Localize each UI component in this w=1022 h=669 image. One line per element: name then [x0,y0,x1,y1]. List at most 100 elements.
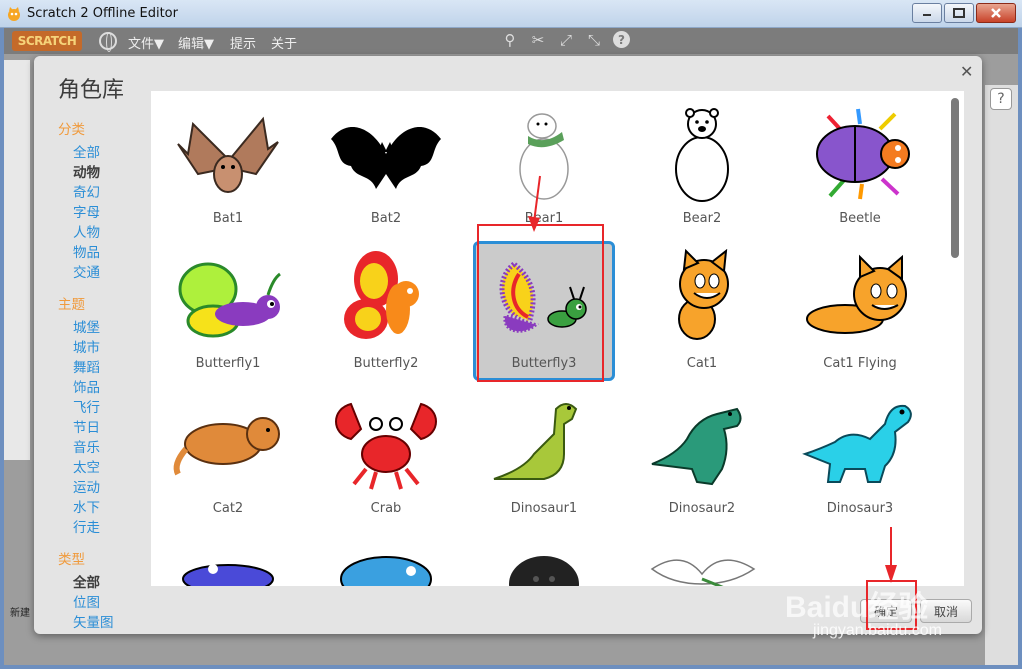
sprite-tile-row4-2[interactable] [315,531,457,586]
butterfly1-sprite-image [178,262,281,338]
sprite-tile-cat1-flying[interactable]: Cat1 Flying [789,241,931,381]
sprite-tile-dinosaur2[interactable]: Dinosaur2 [631,386,773,526]
sprite-label: Bat2 [370,211,402,226]
minimize-button[interactable] [912,3,942,23]
dove-sprite-image [650,559,756,586]
menu-file[interactable]: 文件▼ [128,33,164,52]
theme-space[interactable]: 太空 [73,456,100,476]
duplicate-stamp-icon[interactable]: ⚲ [501,31,519,49]
category-fantasy[interactable]: 奇幻 [73,181,100,201]
theme-music[interactable]: 音乐 [73,436,100,456]
grid-scrollbar-thumb[interactable] [951,98,959,258]
side-help-icon[interactable]: ? [990,88,1012,110]
category-things[interactable]: 物品 [73,241,100,261]
sprite-label: Dinosaur3 [826,501,894,516]
dinosaur1-sprite-image [493,403,578,480]
sprite-tile-dinosaur1[interactable]: Dinosaur1 [473,386,615,526]
type-vector[interactable]: 矢量图 [73,611,114,631]
watermark-url: jingyan.baidu.com [813,622,942,639]
maximize-button[interactable] [944,3,974,23]
annotation-arrow-icon [528,175,541,232]
stage-pane [4,60,30,460]
sprite-tile-bat2[interactable]: Bat2 [315,96,457,236]
dinosaur3-sprite-image [802,404,912,483]
category-people[interactable]: 人物 [73,221,100,241]
sprite-tile-dinosaur3[interactable]: Dinosaur3 [789,386,931,526]
sprite-tile-cat1[interactable]: Cat1 [631,241,773,381]
sprite-tile-butterfly1[interactable]: Butterfly1 [157,241,299,381]
theme-castle[interactable]: 城堡 [73,316,100,336]
puppy-photo-image [509,556,579,586]
annotation-highlight-box [477,224,604,382]
section-theme: 主题 [58,297,85,313]
cat2-sprite-image [173,417,280,476]
dog2-sprite-image [340,556,432,586]
sprite-label: Crab [370,501,402,516]
category-transport[interactable]: 交通 [73,261,100,281]
theme-underwater[interactable]: 水下 [73,496,100,516]
scripts-area-edge [985,85,1018,665]
scratch-logo[interactable]: SCRATCH [12,31,82,51]
scratch-menubar: SCRATCH 文件▼ 编辑▼ 提示 关于 ⚲ ✂ ⤢ ⤡ ? [4,28,1018,54]
window-title: Scratch 2 Offline Editor [27,6,178,21]
menu-tips[interactable]: 提示 [230,33,256,52]
annotation-ok-arrow-icon [885,527,897,583]
type-bitmap[interactable]: 位图 [73,591,100,611]
dinosaur2-sprite-image [651,407,742,486]
sprite-label: Butterfly1 [195,356,261,371]
category-letters[interactable]: 字母 [73,201,100,221]
cut-scissors-icon[interactable]: ✂ [529,31,547,49]
grow-icon[interactable]: ⤢ [557,31,575,49]
sprite-tile-bat1[interactable]: Bat1 [157,96,299,236]
watermark-logo: Baidu经验 [785,591,929,624]
theme-walking[interactable]: 行走 [73,516,100,536]
sprite-tile-row4-3[interactable] [473,531,615,586]
close-window-button[interactable] [976,3,1016,23]
section-type: 类型 [58,552,85,568]
sprite-label: Cat1 Flying [823,356,897,371]
scratch-cat-icon [8,7,20,21]
theme-sports[interactable]: 运动 [73,476,100,496]
theme-city[interactable]: 城市 [73,336,100,356]
theme-dress-up[interactable]: 饰品 [73,376,100,396]
sprite-tile-beetle[interactable]: Beetle [789,96,931,236]
sprite-tile-cat2[interactable]: Cat2 [157,386,299,526]
minimize-icon [923,14,931,16]
sprite-tile-butterfly2[interactable]: Butterfly2 [315,241,457,381]
cat1-flying-sprite-image [806,254,907,334]
section-category: 分类 [58,122,85,138]
new-sprite-label: 新建 [10,608,30,619]
menu-about[interactable]: 关于 [271,33,297,52]
window-titlebar: Scratch 2 Offline Editor [0,0,1022,28]
bat2-sprite-image [331,127,441,189]
sprite-tile-crab[interactable]: Crab [315,386,457,526]
theme-holiday[interactable]: 节日 [73,416,100,436]
category-all[interactable]: 全部 [73,141,100,161]
type-all[interactable]: 全部 [73,571,100,591]
sprite-label: Beetle [839,211,881,226]
sprite-tile-row4-4[interactable] [631,531,773,586]
crab-sprite-image [335,402,437,490]
cat1-sprite-image [678,249,729,340]
beetle-sprite-image [816,108,910,200]
dialog-close-icon[interactable]: ✕ [960,62,973,81]
sprite-tile-row4-1[interactable] [157,531,299,586]
shrink-icon[interactable]: ⤡ [585,31,603,49]
sprite-label: Dinosaur1 [510,501,578,516]
sprite-label: Cat1 [686,356,718,371]
maximize-icon [953,8,965,18]
sprite-tile-bear2[interactable]: Bear2 [631,96,773,236]
bear2-sprite-image [675,108,729,202]
help-icon[interactable]: ? [613,31,630,48]
menu-edit[interactable]: 编辑▼ [178,33,214,52]
sprite-label: Bat1 [212,211,244,226]
butterfly2-sprite-image [344,251,419,339]
theme-flying[interactable]: 飞行 [73,396,100,416]
theme-dance[interactable]: 舞蹈 [73,356,100,376]
category-animals[interactable]: 动物 [73,161,100,181]
language-globe-icon[interactable] [99,32,117,52]
sprite-label: Dinosaur2 [668,501,736,516]
sprite-label: Butterfly2 [353,356,419,371]
sprite-label: Bear2 [682,211,722,226]
dog-sprite-image [182,564,274,586]
